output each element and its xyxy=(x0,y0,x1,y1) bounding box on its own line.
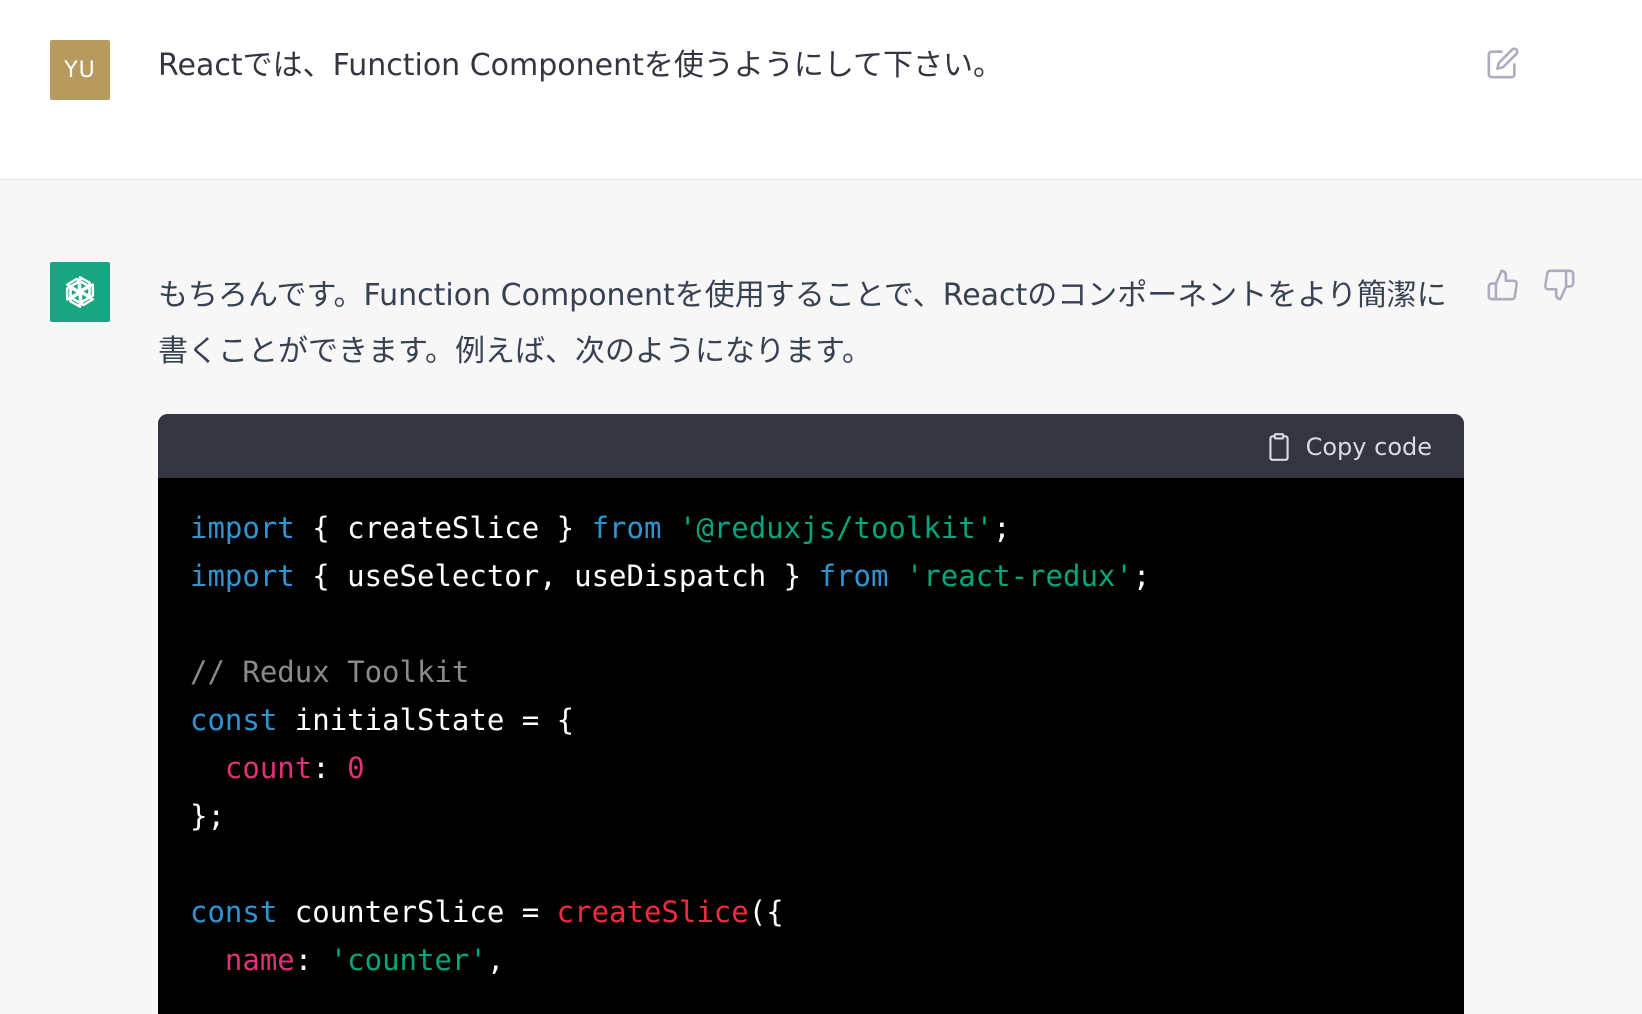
code-string: 'counter' xyxy=(329,943,487,977)
thumbs-up-icon[interactable] xyxy=(1486,268,1520,302)
code-string: '@reduxjs/toolkit' xyxy=(678,511,994,545)
code-function: createSlice xyxy=(556,895,749,929)
code-line-7: }; xyxy=(190,799,225,833)
code-text: : xyxy=(312,751,348,785)
code-text: : xyxy=(294,943,330,977)
user-message-text: Reactでは、Function Componentを使うようにして下さい。 xyxy=(158,48,1004,83)
code-block: Copy code import { createSlice } from '@… xyxy=(158,414,1464,1014)
code-property: count xyxy=(224,751,313,785)
code-keyword: from xyxy=(818,559,889,593)
code-text: { useSelector, useDispatch } xyxy=(294,559,819,593)
code-line-9: const counterSlice = createSlice({ xyxy=(190,895,784,929)
edit-icon[interactable] xyxy=(1486,46,1520,80)
code-line-2: import { useSelector, useDispatch } from… xyxy=(190,559,1150,593)
code-block-header: Copy code xyxy=(158,414,1464,478)
user-avatar: YU xyxy=(50,40,110,100)
clipboard-icon xyxy=(1268,433,1289,461)
user-avatar-initials: YU xyxy=(64,57,96,83)
openai-logo-icon xyxy=(65,276,95,308)
code-text: initialState = { xyxy=(277,703,575,737)
code-number: 0 xyxy=(347,751,365,785)
code-keyword: import xyxy=(190,511,295,545)
code-text: ; xyxy=(1132,559,1151,593)
code-text: counterSlice = xyxy=(277,895,557,929)
user-message-row: YU Reactでは、Function Componentを使うようにして下さい… xyxy=(0,0,1642,180)
code-text: , xyxy=(486,943,505,977)
code-keyword: import xyxy=(190,559,295,593)
copy-code-button[interactable]: Copy code xyxy=(1266,430,1432,464)
code-text: ; xyxy=(993,511,1011,545)
code-keyword: from xyxy=(591,511,662,545)
copy-code-label: Copy code xyxy=(1305,433,1432,461)
code-line-5: const initialState = { xyxy=(190,703,574,737)
code-keyword: const xyxy=(190,703,278,737)
code-property: name xyxy=(224,943,295,977)
code-text: ({ xyxy=(748,895,784,929)
code-keyword: const xyxy=(190,895,278,929)
assistant-message-text: もちろんです。Function Componentを使用することで、Reactの… xyxy=(158,278,1447,369)
code-line-10: name: 'counter', xyxy=(190,943,504,977)
thumbs-down-icon[interactable] xyxy=(1542,268,1576,302)
code-string: 'react-redux' xyxy=(905,559,1133,593)
code-line-1: import { createSlice } from '@reduxjs/to… xyxy=(190,511,1011,545)
assistant-avatar xyxy=(50,262,110,322)
code-content: import { createSlice } from '@reduxjs/to… xyxy=(158,478,1464,984)
code-line-6: count: 0 xyxy=(190,751,365,785)
code-text: { createSlice } xyxy=(294,511,592,545)
code-comment: // Redux Toolkit xyxy=(190,655,470,689)
